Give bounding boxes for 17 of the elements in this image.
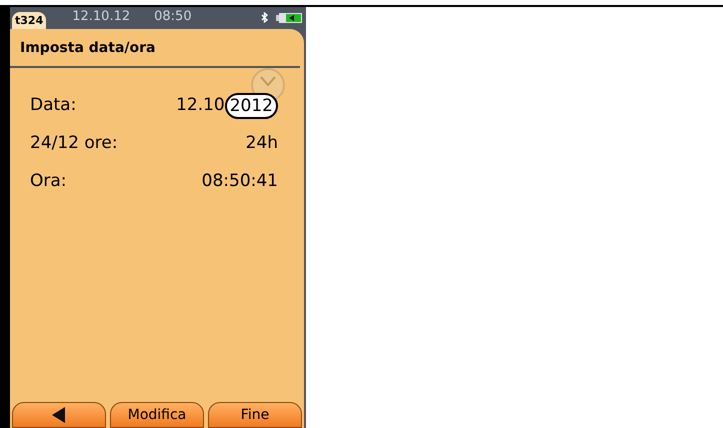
battery-icon (276, 13, 302, 23)
tab[interactable]: t324 (12, 12, 46, 29)
field-label: Data: (30, 94, 76, 118)
field-value: 12.10 (176, 94, 225, 118)
screen-title: Imposta data/ora (10, 29, 300, 68)
softkey-button[interactable]: Modifica (110, 402, 204, 428)
back-button[interactable] (12, 402, 106, 428)
selected-value[interactable]: 2012 (224, 93, 278, 119)
field-value: 24h (246, 132, 278, 156)
field-value: 08:50:41 (202, 170, 278, 194)
left-arrow-icon (52, 407, 66, 423)
field-label: 24/12 ore: (30, 132, 118, 156)
status-time: 08:50 (154, 10, 192, 23)
status-date: 12.10.12 (72, 10, 130, 23)
bluetooth-icon (261, 12, 268, 23)
field-label: Ora: (30, 170, 67, 194)
softkey-button[interactable]: Fine (208, 402, 302, 428)
